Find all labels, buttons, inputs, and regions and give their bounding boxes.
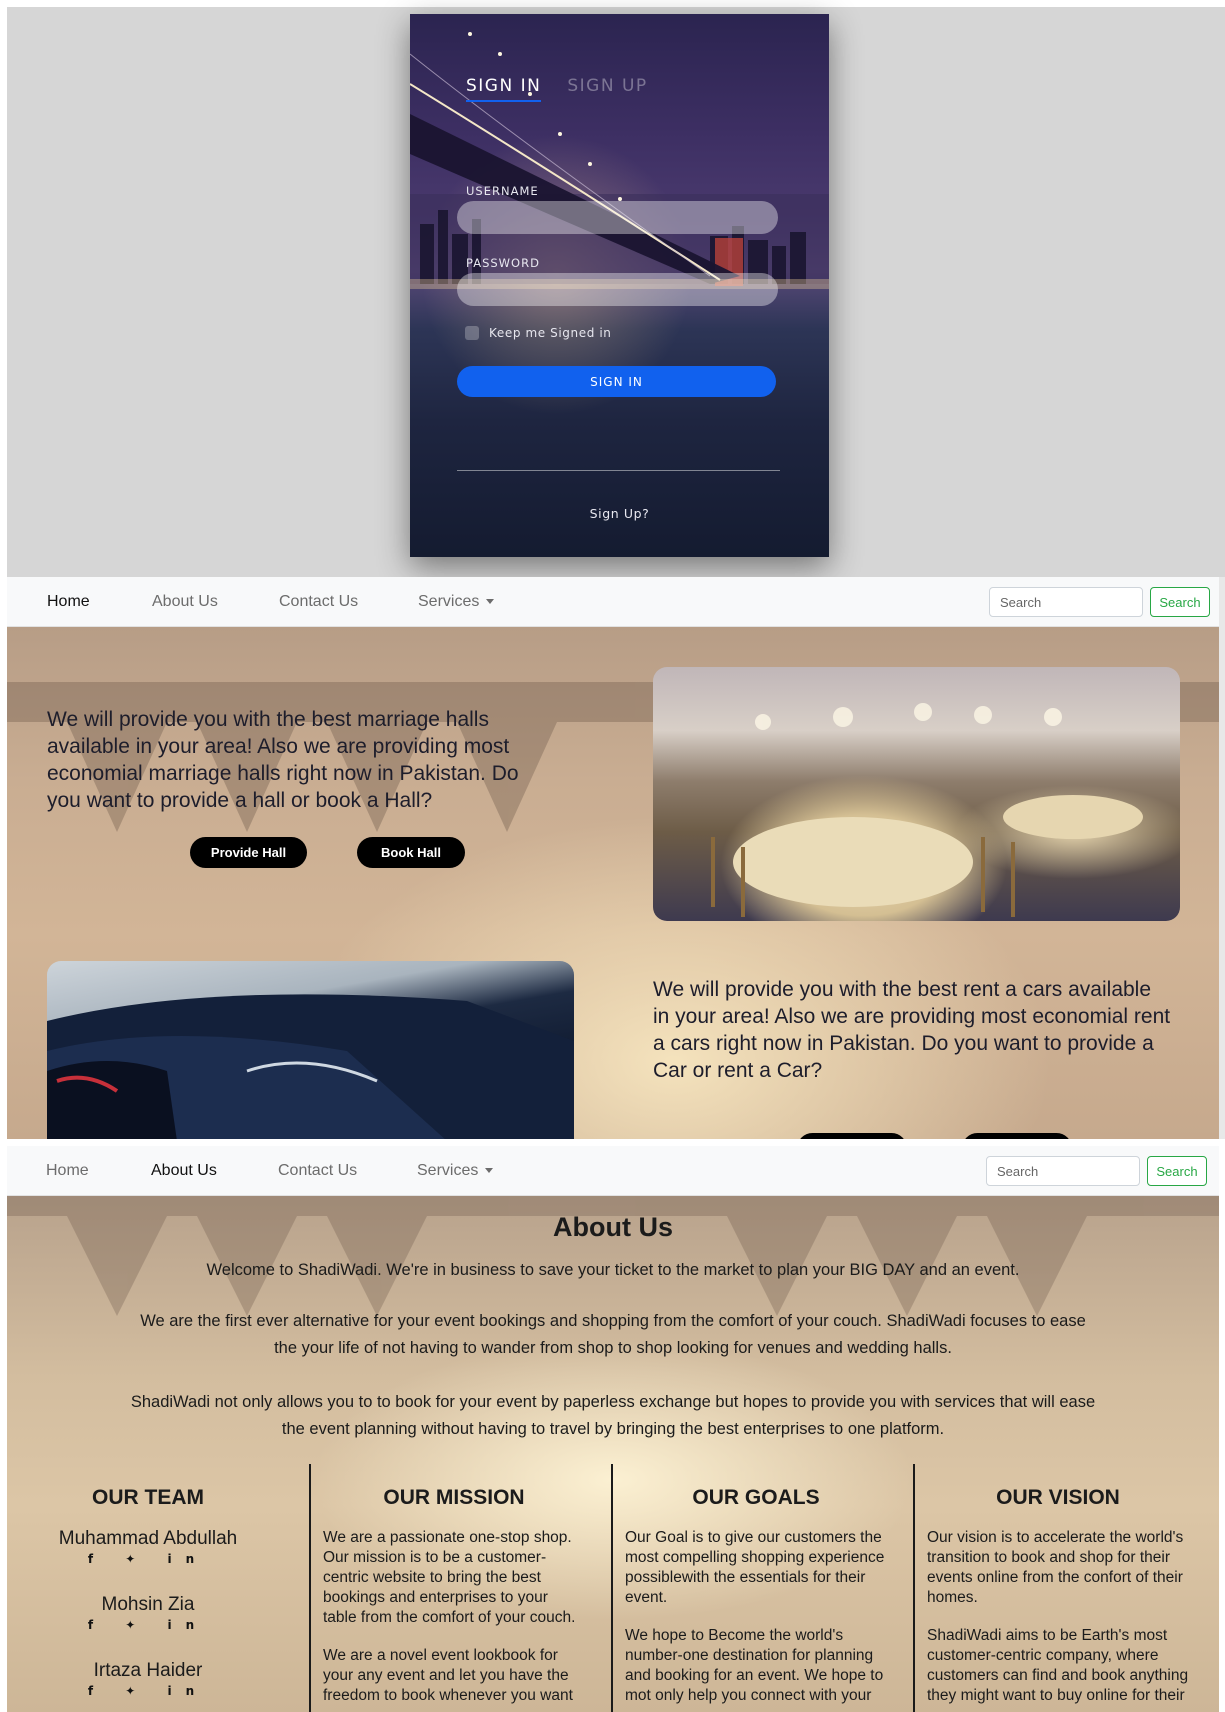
- book-hall-button[interactable]: Book Hall: [357, 837, 465, 868]
- page-root: SIGN IN SIGN UP USERNAME PASSWORD Keep m…: [0, 0, 1225, 1712]
- sign-in-button[interactable]: SIGN IN: [457, 366, 776, 397]
- social-icons[interactable]: f ✦ in: [7, 1552, 289, 1566]
- nav-services[interactable]: Services: [418, 593, 495, 611]
- vision-heading: OUR VISION: [996, 1486, 1120, 1509]
- team-heading: OUR TEAM: [92, 1486, 204, 1509]
- about-paragraph-1: Welcome to ShadiWadi. We're in business …: [206, 1261, 1020, 1279]
- username-input[interactable]: [457, 201, 778, 234]
- login-section: SIGN IN SIGN UP USERNAME PASSWORD Keep m…: [7, 7, 1225, 577]
- nav-services-label: Services: [418, 593, 480, 610]
- username-label: USERNAME: [466, 184, 539, 198]
- about-title: About Us: [553, 1212, 673, 1242]
- tab-sign-up[interactable]: SIGN UP: [567, 76, 647, 102]
- member-name: Irtaza Haider: [93, 1660, 203, 1681]
- member-name: Muhammad Abdullah: [58, 1528, 238, 1549]
- login-card: SIGN IN SIGN UP USERNAME PASSWORD Keep m…: [410, 14, 829, 557]
- nav-contact[interactable]: Contact Us: [278, 1162, 357, 1180]
- nav-services-label: Services: [417, 1162, 479, 1179]
- provide-hall-button[interactable]: Provide Hall: [190, 837, 307, 868]
- mission-text-2: We are a novel event lookbook for your a…: [323, 1647, 573, 1704]
- nav-home[interactable]: Home: [47, 593, 90, 611]
- rental-cars-image: [47, 961, 574, 1139]
- caret-down-icon: [485, 1168, 494, 1174]
- navbar-home: Home About Us Contact Us Services Search: [7, 577, 1219, 627]
- about-paragraph-3: ShadiWadi not only allows you to to book…: [130, 1393, 1096, 1438]
- nav-home[interactable]: Home: [46, 1162, 89, 1180]
- mission-heading: OUR MISSION: [383, 1486, 525, 1509]
- column-divider: [611, 1464, 613, 1712]
- search-input[interactable]: [986, 1156, 1140, 1186]
- hall-description: We will provide you with the best marria…: [47, 708, 519, 812]
- provide-car-button[interactable]: [797, 1133, 907, 1139]
- goals-text-1: Our Goal is to give our customers the mo…: [625, 1529, 885, 1606]
- car-description: We will provide you with the best rent a…: [653, 978, 1171, 1082]
- vision-text-2: ShadiWadi aims to be Earth's most custom…: [927, 1627, 1189, 1704]
- password-input[interactable]: [457, 273, 778, 306]
- mission-text-1: We are a passionate one-stop shop. Our m…: [323, 1529, 576, 1626]
- nav-about[interactable]: About Us: [151, 1162, 217, 1180]
- sign-up-link[interactable]: Sign Up?: [410, 506, 829, 521]
- scrollbar-home[interactable]: [1219, 577, 1225, 1139]
- about-paragraph-2: We are the first ever alternative for yo…: [140, 1312, 1086, 1357]
- rent-car-button[interactable]: [962, 1133, 1072, 1139]
- team-member: Mohsin Zia f ✦ in: [7, 1594, 289, 1632]
- caret-down-icon: [486, 599, 495, 605]
- about-section: About Us Welcome to ShadiWadi. We're in …: [7, 1196, 1219, 1712]
- vision-text-1: Our vision is to accelerate the world's …: [927, 1529, 1184, 1606]
- search-button[interactable]: Search: [1150, 587, 1210, 617]
- vision-column: OUR VISION Our vision is to accelerate t…: [917, 1464, 1199, 1712]
- marriage-hall-image: [653, 667, 1180, 921]
- nav-contact[interactable]: Contact Us: [279, 593, 358, 611]
- keep-signed-checkbox[interactable]: [465, 326, 479, 340]
- goals-text-2: We hope to Become the world's number-one…: [625, 1627, 884, 1704]
- navbar-about: Home About Us Contact Us Services Search: [7, 1146, 1219, 1196]
- team-column: OUR TEAM Muhammad Abdullah f ✦ in Mohsin…: [7, 1464, 289, 1712]
- social-icons[interactable]: f ✦ in: [7, 1618, 289, 1632]
- mission-column: OUR MISSION We are a passionate one-stop…: [313, 1464, 595, 1712]
- password-label: PASSWORD: [466, 256, 540, 270]
- search-button[interactable]: Search: [1147, 1156, 1207, 1186]
- goals-heading: OUR GOALS: [692, 1486, 820, 1509]
- search-input[interactable]: [989, 587, 1143, 617]
- nav-services[interactable]: Services: [417, 1162, 494, 1180]
- goals-column: OUR GOALS Our Goal is to give our custom…: [615, 1464, 897, 1712]
- tab-sign-in[interactable]: SIGN IN: [466, 76, 542, 102]
- social-icons[interactable]: f ✦ in: [7, 1684, 289, 1698]
- nav-about[interactable]: About Us: [152, 593, 218, 611]
- member-name: Mohsin Zia: [101, 1594, 195, 1615]
- team-member: Muhammad Abdullah f ✦ in: [7, 1528, 289, 1566]
- column-divider: [913, 1464, 915, 1712]
- keep-signed-label: Keep me Signed in: [489, 326, 612, 340]
- column-divider: [309, 1464, 311, 1712]
- keep-signed-in[interactable]: Keep me Signed in: [465, 326, 611, 340]
- home-section: We will provide you with the best marria…: [7, 627, 1219, 1139]
- divider-line: [457, 470, 780, 471]
- team-member: Irtaza Haider f ✦ in: [7, 1660, 289, 1698]
